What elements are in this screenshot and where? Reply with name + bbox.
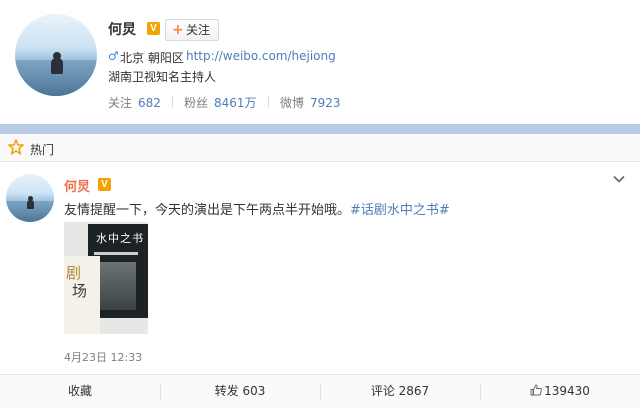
stat-label: 微博 [280, 96, 305, 110]
post-text: 友情提醒一下，今天的演出是下午两点半开始哦。#话剧水中之书# [64, 199, 450, 218]
chevron-down-icon[interactable] [612, 172, 626, 186]
stat-label: 粉丝 [184, 96, 209, 110]
stat-label: 关注 [108, 96, 133, 110]
post-timestamp[interactable]: 4月23日 12:33 [64, 349, 142, 365]
follow-button-label: 关注 [186, 23, 211, 37]
post-author-avatar[interactable] [6, 174, 54, 222]
verified-badge-icon: V [98, 178, 111, 191]
favorite-label: 收藏 [67, 384, 92, 398]
post-author-name[interactable]: 何炅 [64, 176, 90, 195]
stat-value: 8461万 [214, 96, 257, 110]
avatar-person-body [27, 200, 34, 209]
weibo-post: 何炅 V 友情提醒一下，今天的演出是下午两点半开始哦。#话剧水中之书# 水中之书… [0, 162, 640, 408]
comment-button[interactable]: 评论 2867 [320, 375, 480, 408]
hot-section-header: 热门 [0, 134, 640, 162]
profile-homepage-link[interactable]: http://weibo.com/hejiong [186, 49, 336, 63]
plus-icon: + [172, 22, 184, 38]
hot-label: 热门 [30, 143, 55, 157]
program-book-text: 场 [72, 282, 88, 300]
avatar-person-body [51, 58, 63, 74]
stat-fans[interactable]: 粉丝 8461万 [184, 94, 257, 111]
section-divider-bar [0, 124, 640, 134]
profile-name[interactable]: 何炅 [108, 19, 136, 39]
post-body: 友情提醒一下，今天的演出是下午两点半开始哦。 [64, 203, 351, 218]
post-topic-tag[interactable]: #话剧水中之书# [350, 203, 450, 218]
stat-divider [268, 96, 269, 107]
male-icon: ♂ [108, 49, 119, 63]
repost-label: 转发 603 [214, 384, 266, 398]
profile-header: 何炅 V + 关注 ♂ 北京 朝阳区 http://weibo.com/heji… [0, 0, 640, 124]
stat-divider [172, 96, 173, 107]
verified-badge-icon: V [147, 22, 160, 35]
follow-button[interactable]: + 关注 [165, 19, 219, 41]
stat-value: 682 [138, 96, 161, 110]
profile-location: 北京 朝阳区 [120, 51, 184, 65]
post-image[interactable]: 水中之书 剧 场 [64, 222, 148, 334]
comment-label: 评论 2867 [370, 384, 430, 398]
stat-value: 7923 [310, 96, 341, 110]
poster-title: 水中之书 [96, 232, 144, 245]
like-button[interactable]: 139430 [480, 375, 640, 408]
star-icon [8, 139, 24, 155]
stat-following[interactable]: 关注 682 [108, 94, 161, 111]
poster-subtitle-line [94, 252, 138, 255]
poster-photo [98, 262, 136, 310]
profile-bio: 湖南卫视知名主持人 [108, 70, 217, 84]
post-action-bar: 收藏 转发 603 评论 2867 139430 [0, 374, 640, 408]
repost-button[interactable]: 转发 603 [160, 375, 320, 408]
program-book-text: 剧 [66, 264, 82, 282]
favorite-button[interactable]: 收藏 [0, 375, 160, 408]
like-count: 139430 [544, 384, 590, 398]
profile-avatar[interactable] [15, 14, 97, 96]
thumbs-up-icon [530, 384, 542, 396]
stat-posts[interactable]: 微博 7923 [280, 94, 341, 111]
